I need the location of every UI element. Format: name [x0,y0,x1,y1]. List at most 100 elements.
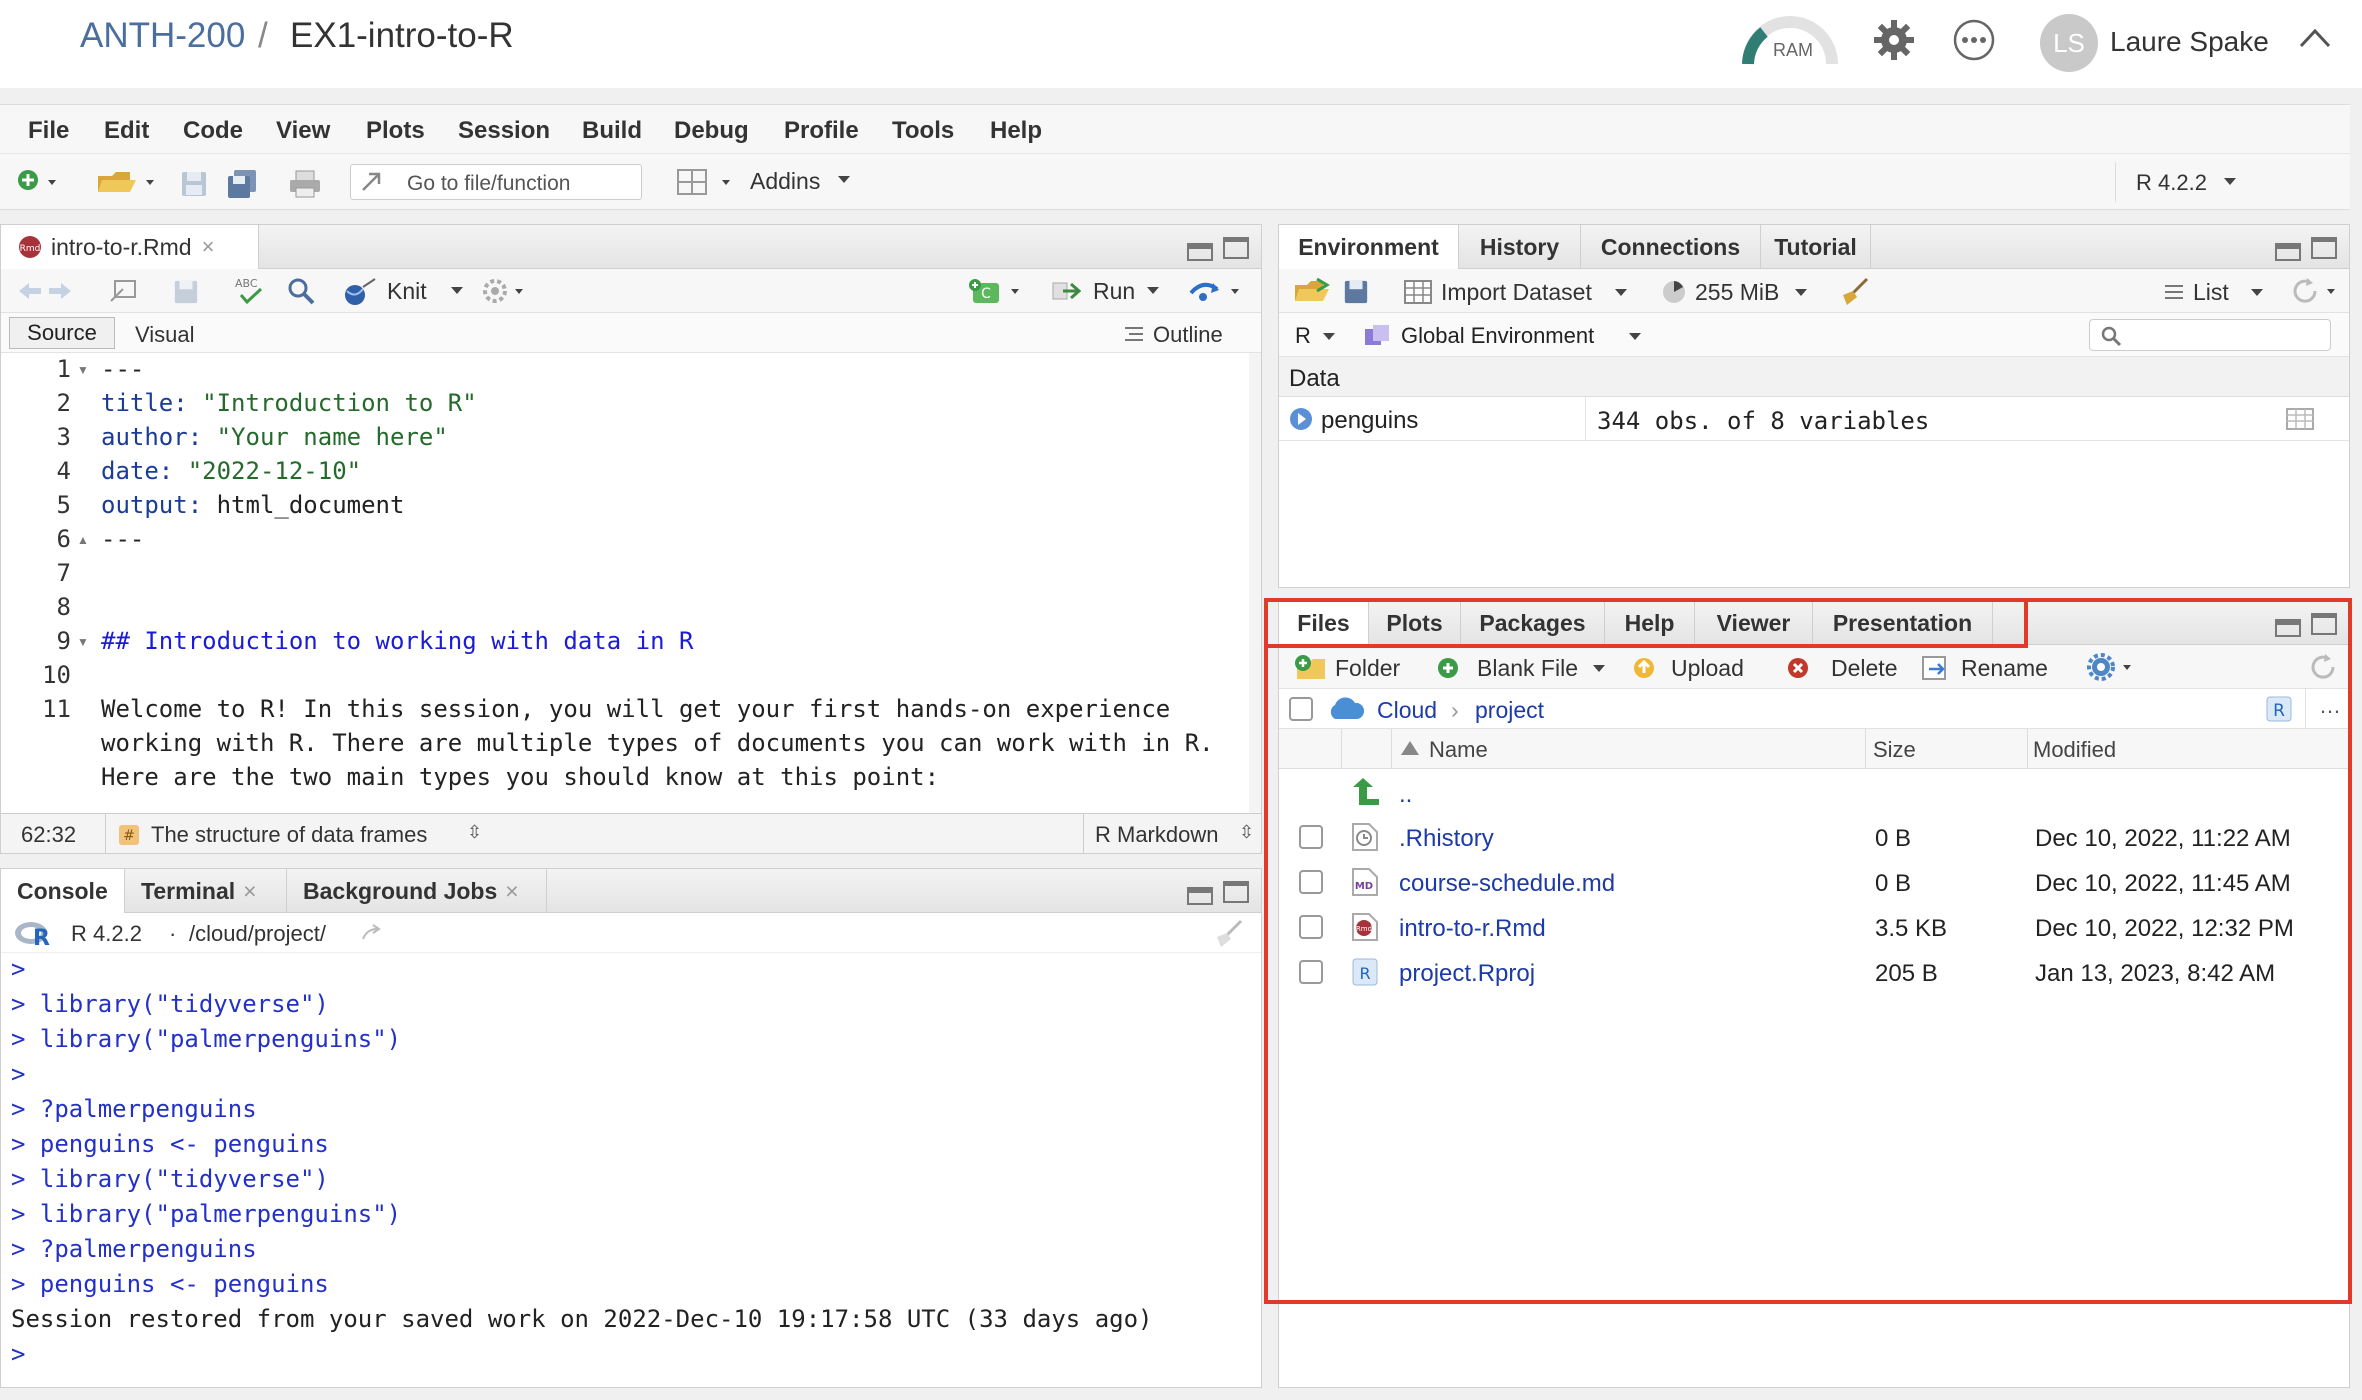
tab-files[interactable]: Files [1279,601,1369,645]
scope-dropdown-icon[interactable] [1629,333,1641,341]
memory-dropdown-icon[interactable] [1795,289,1807,297]
tab-packages[interactable]: Packages [1461,601,1605,645]
menu-build[interactable]: Build [582,117,642,145]
maximize-icon[interactable] [1223,237,1249,259]
upload-icon[interactable] [1631,655,1657,681]
menu-debug[interactable]: Debug [674,117,749,145]
new-file-icon[interactable] [16,168,60,196]
run-dropdown-icon[interactable] [1147,287,1159,295]
language-dropdown-icon[interactable] [1323,333,1335,341]
view-data-table-icon[interactable] [2285,407,2315,431]
editor-scrollbar[interactable] [1249,353,1261,813]
file-row[interactable]: MD course-schedule.md 0 B Dec 10, 2022, 11:… [1279,860,2349,904]
visual-mode-button[interactable]: Visual [135,322,195,348]
r-version-menu[interactable]: R 4.2.2 [2136,170,2207,196]
view-mode-list[interactable]: List [2193,279,2229,306]
expand-object-icon[interactable] [1289,407,1313,431]
more-files-ellipsis-icon[interactable]: … [2319,693,2341,719]
clear-console-broom-icon[interactable] [1211,919,1245,949]
run-button[interactable]: Run [1093,278,1135,305]
file-row[interactable]: .Rhistory 0 B Dec 10, 2022, 11:22 AM [1279,815,2349,859]
maximize-icon[interactable] [2311,613,2337,635]
spellcheck-icon[interactable]: ABC [233,275,269,307]
file-row[interactable]: Rmd intro-to-r.Rmd 3.5 KB Dec 10, 2022, 12:… [1279,905,2349,949]
project-rproj-icon[interactable]: R [2265,695,2293,723]
menu-session[interactable]: Session [458,117,550,145]
files-refresh-icon[interactable] [2309,653,2337,681]
user-name[interactable]: Laure Spake [2110,26,2269,58]
knit-yarn-icon[interactable] [341,277,379,307]
close-terminal-icon[interactable]: × [243,878,256,905]
pane-layout-icon[interactable] [676,168,740,196]
menu-help[interactable]: Help [990,117,1042,145]
refresh-icon[interactable] [2291,277,2341,305]
goto-dir-arrow-icon[interactable] [361,923,385,943]
fold-toggle-icon[interactable]: ▼ [77,363,1255,377]
minimize-icon[interactable] [2275,243,2301,261]
addins-dropdown-icon[interactable] [838,176,850,184]
menu-file[interactable]: File [28,117,69,145]
tab-background-jobs[interactable]: Background Jobs × [287,869,547,913]
print-icon[interactable] [288,170,322,198]
settings-gear-icon[interactable] [1872,18,1916,62]
tab-intro-to-r-rmd[interactable]: Rmd intro-to-r.Rmd × [1,225,259,269]
code-editor[interactable]: 1 ▼ --- 2 title: "Introduction to R" 3 author:… [1,353,1261,813]
delete-button[interactable]: Delete [1831,655,1897,682]
tab-environment[interactable]: Environment [1279,225,1459,269]
menu-code[interactable]: Code [183,117,243,145]
maximize-icon[interactable] [2311,237,2337,259]
minimize-icon[interactable] [1187,887,1213,905]
select-all-checkbox[interactable] [1289,697,1313,721]
section-updown-icon[interactable]: ⇳ [467,822,482,843]
tab-tutorial[interactable]: Tutorial [1761,225,1871,269]
knit-button[interactable]: Knit [387,278,427,305]
tab-terminal[interactable]: Terminal × [125,869,287,913]
parent-directory-row[interactable]: .. [1279,771,2349,815]
delete-icon[interactable] [1785,655,1811,681]
tab-history[interactable]: History [1459,225,1581,269]
new-folder-icon[interactable] [1293,653,1329,681]
file-checkbox[interactable] [1299,870,1323,894]
file-name-link[interactable]: intro-to-r.Rmd [1399,915,1546,943]
menu-view[interactable]: View [276,117,330,145]
outline-icon[interactable] [1123,325,1145,343]
open-folder-icon[interactable] [96,168,160,196]
editor-save-icon[interactable] [173,279,199,305]
menu-edit[interactable]: Edit [104,117,149,145]
editor-settings-icon[interactable] [481,277,531,305]
save-all-icon[interactable] [226,170,260,198]
more-options-icon[interactable] [1952,18,1996,62]
blank-file-icon[interactable] [1435,655,1461,681]
column-size[interactable]: Size [1873,737,1916,763]
blank-file-button[interactable]: Blank File [1477,655,1578,682]
tab-presentation[interactable]: Presentation [1813,601,1993,645]
course-link[interactable]: ANTH-200 [80,16,245,56]
user-avatar[interactable]: LS [2040,14,2098,72]
show-in-window-icon[interactable] [109,279,139,303]
load-workspace-icon[interactable] [1293,277,1333,305]
menu-tools[interactable]: Tools [892,117,954,145]
fold-toggle-icon[interactable]: ▲ [77,533,1255,547]
tab-plots[interactable]: Plots [1369,601,1461,645]
save-icon[interactable] [180,170,208,198]
environment-search-input[interactable] [2089,319,2331,351]
insert-chunk-icon[interactable]: C [967,277,1027,305]
upload-button[interactable]: Upload [1671,655,1744,682]
file-checkbox[interactable] [1299,825,1323,849]
run-arrow-icon[interactable] [1051,279,1085,303]
memory-usage[interactable]: 255 MiB [1695,279,1779,306]
maximize-icon[interactable] [1223,881,1249,903]
r-version-dropdown-icon[interactable] [2224,178,2236,186]
rerun-icon[interactable] [1187,277,1247,305]
file-name-link[interactable]: .Rhistory [1399,825,1494,853]
import-dropdown-icon[interactable] [1615,289,1627,297]
column-name[interactable]: Name [1429,737,1488,763]
menu-plots[interactable]: Plots [366,117,425,145]
console-prompt[interactable]: > [11,1340,25,1368]
source-mode-button[interactable]: Source [9,317,115,349]
environment-row-penguins[interactable]: penguins 344 obs. of 8 variables [1279,397,2349,441]
file-checkbox[interactable] [1299,915,1323,939]
section-navigator[interactable]: The structure of data frames [151,822,427,848]
memory-pie-icon[interactable] [1661,279,1687,305]
chevron-up-icon[interactable] [2298,26,2332,50]
